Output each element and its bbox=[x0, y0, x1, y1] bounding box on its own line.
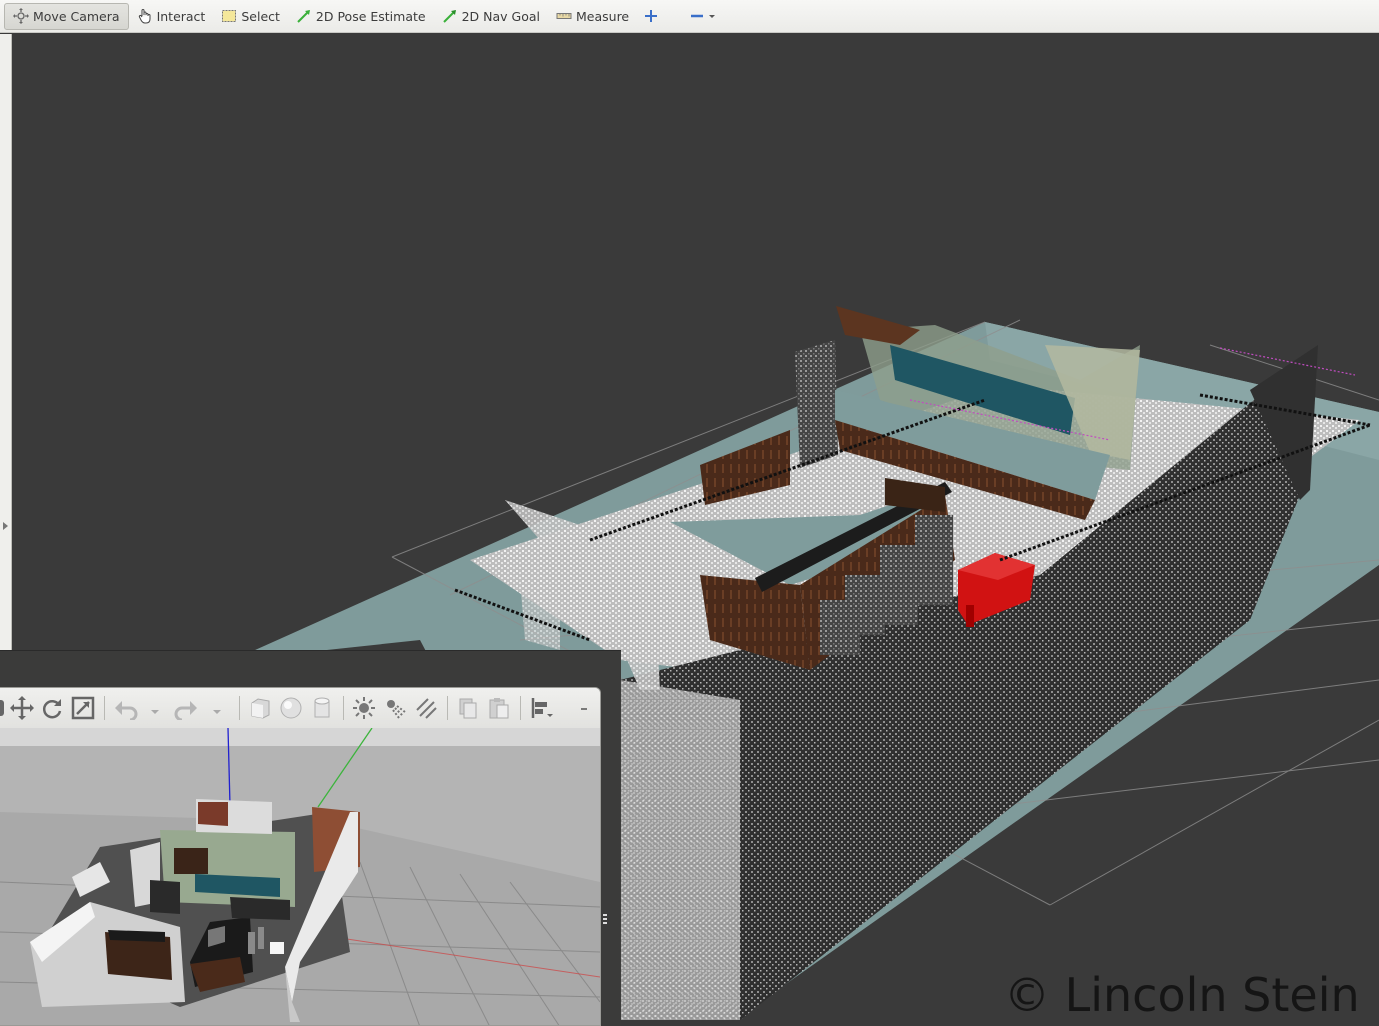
expand-arrow-icon bbox=[3, 522, 8, 530]
toolbar-overflow-icon[interactable] bbox=[580, 700, 588, 719]
tool-label: Move Camera bbox=[33, 8, 120, 24]
undo-icon[interactable] bbox=[113, 696, 139, 724]
gazebo-splitter-handle[interactable] bbox=[603, 914, 607, 926]
tool-interact[interactable]: Interact bbox=[129, 3, 214, 30]
tool-2d-pose-estimate[interactable]: 2D Pose Estimate bbox=[288, 3, 434, 30]
align-icon[interactable] bbox=[529, 696, 553, 724]
cylinder-shape-icon[interactable] bbox=[310, 696, 334, 724]
tool-label: 2D Pose Estimate bbox=[315, 8, 426, 24]
paste-icon[interactable] bbox=[487, 696, 511, 724]
redo-icon[interactable] bbox=[173, 696, 199, 724]
redo-history-chevron-icon[interactable] bbox=[212, 702, 222, 721]
left-panel-collapse-strip[interactable] bbox=[0, 34, 12, 650]
copyright-watermark: © Lincoln Stein bbox=[1004, 968, 1360, 1022]
gazebo-toolbar bbox=[0, 688, 600, 729]
tool-label: Select bbox=[241, 8, 280, 24]
rotate-icon[interactable] bbox=[40, 696, 64, 724]
tool-label: 2D Nav Goal bbox=[461, 8, 540, 24]
add-tool-button[interactable] bbox=[637, 3, 665, 30]
goal-arrow-icon bbox=[442, 8, 458, 24]
translate-icon[interactable] bbox=[10, 696, 34, 724]
gazebo-view-panel bbox=[0, 687, 601, 1026]
box-shape-icon[interactable] bbox=[248, 696, 272, 724]
ruler-icon bbox=[556, 8, 572, 24]
tool-2d-nav-goal[interactable]: 2D Nav Goal bbox=[434, 3, 548, 30]
chevron-down-icon bbox=[707, 11, 717, 21]
gazebo-horizon-band bbox=[0, 728, 600, 746]
tall-cabinet-left bbox=[795, 340, 838, 468]
gazebo-3d-scene[interactable] bbox=[0, 728, 600, 1026]
copy-icon[interactable] bbox=[456, 696, 480, 724]
sphere-shape-icon[interactable] bbox=[279, 696, 303, 724]
gazebo-window bbox=[0, 650, 621, 1026]
select-box-icon bbox=[221, 8, 237, 24]
spot-light-icon[interactable] bbox=[383, 696, 407, 724]
tool-measure[interactable]: Measure bbox=[548, 3, 637, 30]
scale-icon[interactable] bbox=[71, 696, 95, 724]
tool-select[interactable]: Select bbox=[213, 3, 288, 30]
minus-icon bbox=[689, 8, 705, 24]
tool-move-camera[interactable]: Move Camera bbox=[4, 2, 129, 30]
select-mode-icon[interactable] bbox=[0, 696, 6, 724]
directional-light-icon[interactable] bbox=[414, 696, 438, 724]
tool-label: Measure bbox=[576, 8, 630, 24]
tool-label: Interact bbox=[156, 8, 206, 24]
point-light-icon[interactable] bbox=[352, 696, 376, 724]
plus-icon bbox=[643, 8, 659, 24]
undo-history-chevron-icon[interactable] bbox=[150, 702, 160, 721]
move-camera-icon bbox=[13, 8, 29, 24]
rviz-toolbar: Move Camera Interact Select 2D Pose Esti… bbox=[0, 0, 1379, 33]
hand-icon bbox=[137, 8, 153, 24]
pose-arrow-icon bbox=[296, 8, 312, 24]
remove-tool-button[interactable] bbox=[665, 3, 717, 30]
